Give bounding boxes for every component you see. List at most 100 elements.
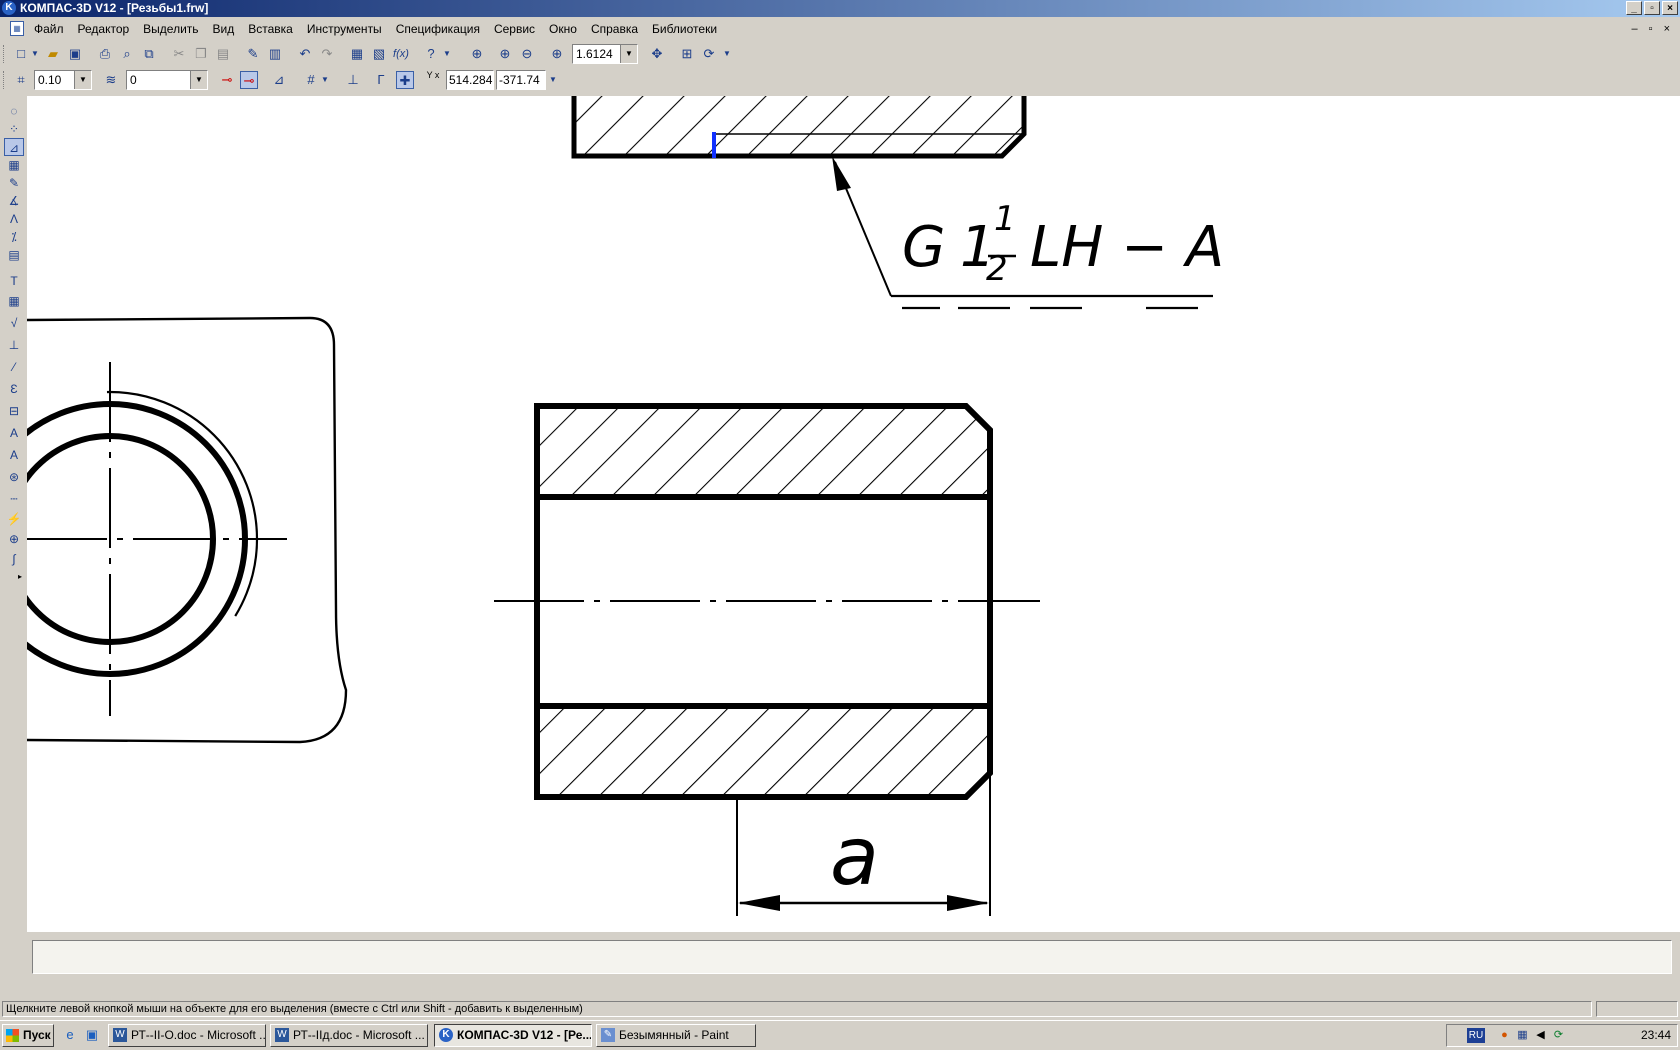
chevron-down-icon[interactable]: ▼ xyxy=(74,71,91,89)
save-icon[interactable]: ▣ xyxy=(66,45,84,63)
drawing-canvas[interactable]: G 1 1 2 LH − A a xyxy=(27,96,1680,932)
thread-designation[interactable]: G 1 1 2 LH − A xyxy=(902,199,1224,289)
menu-view[interactable]: Вид xyxy=(213,18,235,40)
menu-libraries[interactable]: Библиотеки xyxy=(652,18,717,40)
chevron-down-icon[interactable]: ▼ xyxy=(620,45,637,63)
properties-icon[interactable]: ▥ xyxy=(266,45,284,63)
menu-select[interactable]: Выделить xyxy=(143,18,198,40)
kompas-icon[interactable]: K xyxy=(2,1,16,15)
weld-icon[interactable]: ⊛ xyxy=(4,468,24,486)
print-icon[interactable]: ⎙ xyxy=(96,45,114,63)
coord-x-field[interactable]: 514.284 xyxy=(446,70,494,90)
position-icon[interactable]: Ɛ xyxy=(4,380,24,398)
brush-icon[interactable]: ✎ xyxy=(244,45,262,63)
cut-icon[interactable]: ✂ xyxy=(170,45,188,63)
print-preview-icon[interactable]: ⌕ xyxy=(118,45,136,63)
menu-help[interactable]: Справка xyxy=(591,18,638,40)
menu-editor[interactable]: Редактор xyxy=(78,18,130,40)
measure-icon[interactable]: Λ xyxy=(4,210,24,228)
ortho-icon[interactable]: Γ xyxy=(372,71,390,89)
select-icon[interactable]: ⁒ xyxy=(4,228,24,246)
cursor-step-icon[interactable]: ⌗ xyxy=(12,71,30,89)
chevron-down-icon[interactable]: ▼ xyxy=(30,45,40,63)
wave-line-icon[interactable]: ∫ xyxy=(4,550,24,568)
menu-specification[interactable]: Спецификация xyxy=(396,18,480,40)
tolerance-icon[interactable]: ⊟ xyxy=(4,402,24,420)
property-bar[interactable] xyxy=(32,940,1672,974)
layers-icon[interactable]: ≋ xyxy=(102,71,120,89)
task-word-2[interactable]: W РТ--IIд.doc - Microsoft ... xyxy=(270,1024,428,1047)
zoom-out-icon[interactable]: ⊖ xyxy=(518,45,536,63)
table-icon[interactable]: ▦ xyxy=(4,292,24,310)
maximize-button[interactable]: ▫ xyxy=(1644,1,1660,15)
mdi-controls[interactable]: – ▫ × xyxy=(1631,18,1674,40)
zoom-scale-icon[interactable]: ⊕ xyxy=(548,45,566,63)
layout-icon[interactable]: ⧉ xyxy=(140,45,158,63)
volume-icon[interactable]: ◀ xyxy=(1533,1028,1548,1043)
chevron-down-icon[interactable]: ▼ xyxy=(548,71,558,89)
update-icon[interactable]: ⟳ xyxy=(1551,1028,1566,1043)
menu-window[interactable]: Окно xyxy=(549,18,577,40)
chevron-down-icon[interactable]: ▼ xyxy=(722,45,732,63)
local-snap-icon[interactable]: ⊸ xyxy=(240,71,258,89)
tree-icon[interactable]: ▦ xyxy=(348,45,366,63)
layer-field[interactable]: 0 ▼ xyxy=(126,70,208,90)
section-icon[interactable]: A xyxy=(4,446,24,464)
edit-icon[interactable]: ✎ xyxy=(4,174,24,192)
copy-icon[interactable]: ❐ xyxy=(192,45,210,63)
leader-icon[interactable]: ⁄ xyxy=(4,358,24,376)
show-desktop-icon[interactable]: ▣ xyxy=(84,1027,100,1043)
toolbar-grip[interactable] xyxy=(3,71,7,89)
parameterization-icon[interactable]: ∡ xyxy=(4,192,24,210)
chevron-down-icon[interactable]: ▼ xyxy=(190,71,207,89)
antivirus-icon[interactable]: ● xyxy=(1497,1028,1512,1043)
local-cs-icon[interactable]: ⊥ xyxy=(344,71,362,89)
open-folder-icon[interactable]: ▰ xyxy=(44,45,62,63)
variables-icon[interactable]: f(x) xyxy=(392,45,410,63)
zoom-window-icon[interactable]: ⊕ xyxy=(468,45,486,63)
step-field[interactable]: 0.10 ▼ xyxy=(34,70,92,90)
start-button[interactable]: Пуск xyxy=(2,1024,54,1047)
round-icon[interactable]: ✚ xyxy=(396,71,414,89)
new-document-icon[interactable]: □ xyxy=(12,45,30,63)
center-mark-icon[interactable]: ⊕ xyxy=(4,530,24,548)
geometry-icon[interactable]: ◌ xyxy=(4,102,24,120)
view-arrow-icon[interactable]: A xyxy=(4,424,24,442)
manager-icon[interactable]: ▧ xyxy=(370,45,388,63)
dimensions-icon[interactable]: ⊿ xyxy=(4,138,24,156)
spec-icon[interactable]: ▤ xyxy=(4,246,24,264)
help-pointer-icon[interactable]: ? xyxy=(422,45,440,63)
coord-y-field[interactable]: -371.74 xyxy=(496,70,546,90)
pan-icon[interactable]: ✥ xyxy=(648,45,666,63)
redo-icon[interactable]: ↷ xyxy=(318,45,336,63)
ie-icon[interactable]: e xyxy=(62,1027,78,1043)
menu-tools[interactable]: Инструменты xyxy=(307,18,382,40)
zoom-field[interactable]: 1.6124 ▼ xyxy=(572,44,638,64)
chevron-down-icon[interactable]: ▼ xyxy=(442,45,452,63)
language-indicator[interactable]: RU xyxy=(1467,1028,1485,1043)
task-word-1[interactable]: W РТ--II-О.doc - Microsoft ... xyxy=(108,1024,266,1047)
chevron-down-icon[interactable]: ▼ xyxy=(320,71,330,89)
network-icon[interactable]: ▦ xyxy=(1515,1028,1530,1043)
show-all-icon[interactable]: ⊞ xyxy=(678,45,696,63)
toolbar-grip[interactable] xyxy=(3,45,7,63)
text-icon[interactable]: T xyxy=(4,272,24,290)
refresh-icon[interactable]: ⟳ xyxy=(700,45,718,63)
document-icon[interactable]: ▦ xyxy=(10,21,24,36)
close-button[interactable]: × xyxy=(1662,1,1678,15)
snap-icon[interactable]: ⊸ xyxy=(218,71,236,89)
parametric-icon[interactable]: ⊿ xyxy=(270,71,288,89)
task-kompas[interactable]: K КОМПАС-3D V12 - [Ре... xyxy=(434,1024,592,1047)
expand-panel-icon[interactable]: ▸ xyxy=(14,568,26,586)
base-icon[interactable]: ⊥ xyxy=(4,336,24,354)
paste-icon[interactable]: ▤ xyxy=(214,45,232,63)
zoom-in-icon[interactable]: ⊕ xyxy=(496,45,514,63)
hatch-icon[interactable]: ▦ xyxy=(4,156,24,174)
menu-file[interactable]: Файл xyxy=(34,18,64,40)
undo-icon[interactable]: ↶ xyxy=(296,45,314,63)
roughness-icon[interactable]: √ xyxy=(4,314,24,332)
menu-insert[interactable]: Вставка xyxy=(248,18,293,40)
lightning-icon[interactable]: ⚡ xyxy=(4,510,24,528)
grid-icon[interactable]: # xyxy=(302,71,320,89)
point-icon[interactable]: ⁘ xyxy=(4,120,24,138)
